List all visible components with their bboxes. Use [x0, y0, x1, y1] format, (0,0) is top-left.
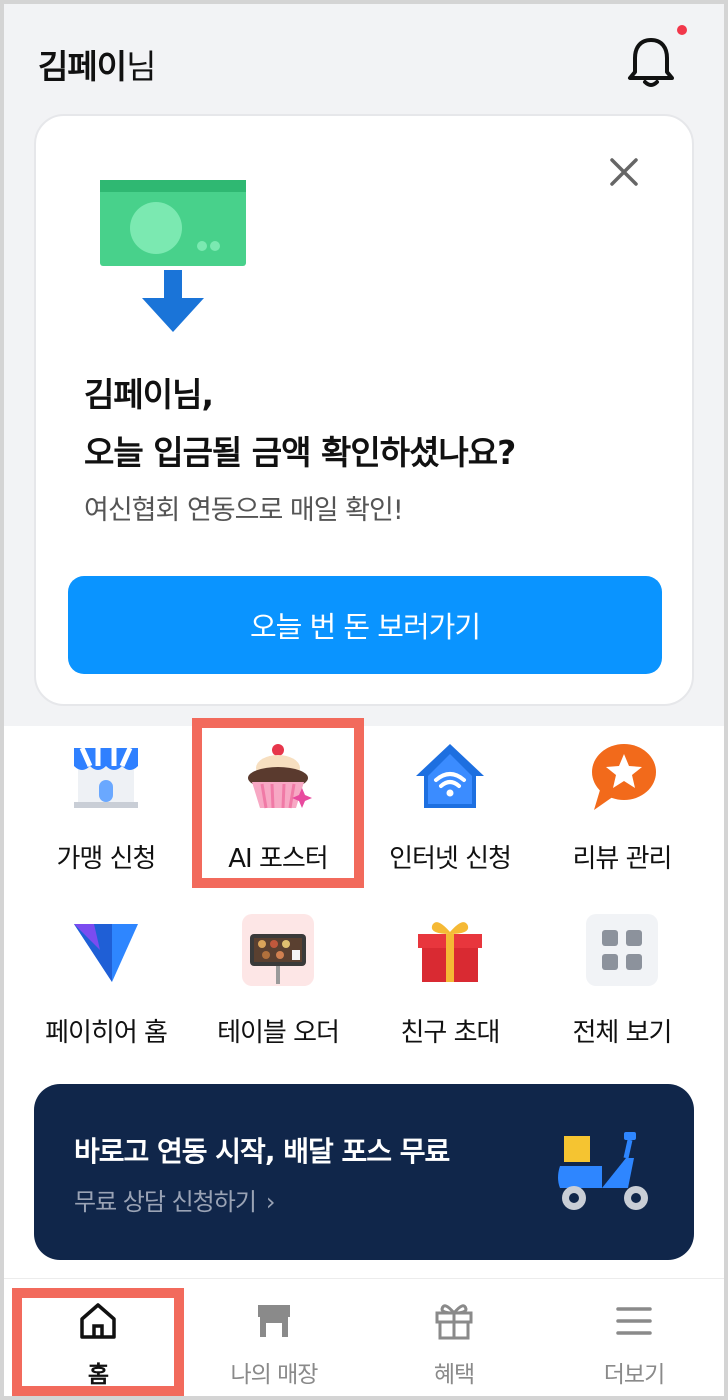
menu-item-payhere-home[interactable]: 페이히어 홈	[20, 900, 192, 1060]
menu-item-view-all[interactable]: 전체 보기	[536, 900, 708, 1060]
wifi-house-icon	[416, 744, 484, 808]
chevron-right-icon: ›	[265, 1188, 276, 1216]
tab-more[interactable]: 더보기	[544, 1279, 724, 1396]
user-name: 김페이	[38, 47, 127, 86]
payhere-logo-icon	[74, 924, 138, 982]
menu-item-internet[interactable]: 인터넷 신청	[364, 726, 536, 886]
menu-item-label: 페이히어 홈	[45, 1018, 168, 1048]
tab-my-store[interactable]: 나의 매장	[184, 1279, 364, 1396]
menu-item-label: 테이블 오더	[217, 1018, 340, 1048]
home-tab-highlight	[12, 1288, 184, 1396]
menu-item-label: 친구 초대	[400, 1018, 501, 1048]
menu-item-label: 리뷰 관리	[572, 844, 673, 874]
notification-dot	[677, 25, 687, 35]
banner-title: 바로고 연동 시작, 배달 포스 무료	[74, 1135, 450, 1168]
close-icon[interactable]	[604, 152, 644, 192]
promo-subtitle: 여신협회 연동으로 매일 확인!	[84, 495, 404, 526]
app-screen: 김페이님 김페이님, 오늘 입금될 금액 확인하셨나요? 여신협회 연동으로 매…	[4, 4, 724, 1396]
menu-icon	[616, 1307, 652, 1335]
tab-benefits[interactable]: 혜택	[364, 1279, 544, 1396]
menu-item-label: 가맹 신청	[56, 844, 157, 874]
tab-label: 더보기	[603, 1362, 665, 1388]
menu-item-table-order[interactable]: 테이블 오더	[192, 900, 364, 1060]
banner-link[interactable]: 무료 상담 신청하기 ›	[74, 1182, 275, 1217]
table-order-icon	[242, 914, 314, 986]
promo-title-line2: 오늘 입금될 금액 확인하셨나요?	[84, 433, 516, 472]
promo-title-line1: 김페이님,	[84, 375, 214, 414]
menu-grid: 가맹 신청 AI 포스터 인터넷 신청 리뷰 관리 페이히어 홈 테이블 오더 …	[4, 726, 724, 1086]
delivery-scooter-icon	[558, 1132, 648, 1210]
user-name-suffix: 님	[126, 47, 156, 86]
menu-item-label: 전체 보기	[572, 1018, 673, 1048]
promo-title: 김페이님, 오늘 입금될 금액 확인하셨나요?	[84, 366, 516, 482]
page-title: 김페이님	[38, 40, 156, 88]
menu-item-label: 인터넷 신청	[389, 844, 512, 874]
delivery-banner[interactable]: 바로고 연동 시작, 배달 포스 무료 무료 상담 신청하기 ›	[34, 1084, 694, 1260]
gift-icon	[435, 1304, 473, 1340]
store-icon	[258, 1305, 290, 1337]
tab-label: 나의 매장	[230, 1362, 319, 1388]
menu-item-invite[interactable]: 친구 초대	[364, 900, 536, 1060]
review-star-icon	[592, 744, 656, 810]
money-download-icon	[100, 180, 246, 332]
promo-card: 김페이님, 오늘 입금될 금액 확인하셨나요? 여신협회 연동으로 매일 확인!…	[34, 114, 694, 706]
view-earnings-button[interactable]: 오늘 번 돈 보러가기	[68, 576, 662, 674]
store-icon	[74, 746, 138, 808]
gift-icon	[418, 922, 482, 982]
grid-icon	[586, 914, 658, 986]
menu-item-franchise[interactable]: 가맹 신청	[20, 726, 192, 886]
menu-item-review[interactable]: 리뷰 관리	[536, 726, 708, 886]
bell-icon[interactable]	[626, 34, 676, 90]
header: 김페이님	[4, 4, 724, 116]
ai-poster-highlight	[192, 718, 364, 888]
tab-label: 혜택	[433, 1362, 475, 1388]
banner-link-label: 무료 상담 신청하기	[74, 1188, 257, 1216]
